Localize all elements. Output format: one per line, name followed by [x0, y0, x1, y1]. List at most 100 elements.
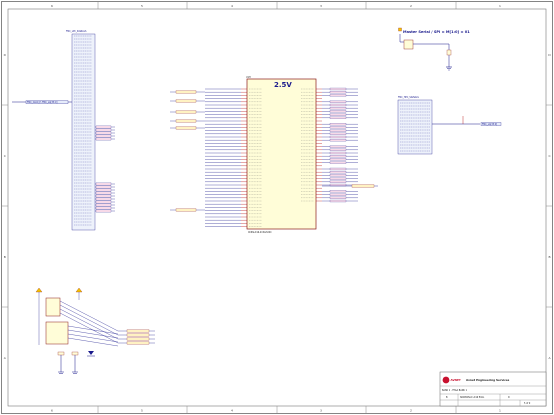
fpga-right-net-tag — [329, 161, 347, 164]
left-breakout-tag — [95, 128, 112, 132]
left-breakout-tag — [95, 203, 112, 207]
fpga-right-net-tag — [329, 183, 347, 187]
zone-top-4: 3 — [320, 4, 322, 8]
fpga-right-net-tag — [329, 196, 347, 199]
zone-top-6: 1 — [499, 4, 501, 8]
right-output-net: FMC_LA[33:0] — [482, 123, 497, 126]
left-breakout-tag — [95, 197, 112, 201]
bottom-left-net-label — [126, 329, 150, 333]
fpga-right-net-tag — [329, 107, 347, 110]
left-connector-header: FMC_LPC_SIGNALS — [66, 30, 87, 33]
fpga-left-net-label — [175, 126, 197, 130]
left-bus-breakouts — [95, 125, 115, 213]
fpga-right-net-tag — [329, 193, 347, 196]
zone-top-5: 2 — [410, 4, 412, 8]
fpga-right-net-tag — [329, 91, 347, 94]
fpga-right-net-tag — [329, 135, 347, 139]
left-breakout-tag — [95, 188, 112, 192]
left-connector: FMC_LPC_SIGNALS FMC_CLK0_P, FMC_LA[33:0] — [12, 30, 115, 231]
bottom-left-net-tags — [118, 329, 155, 345]
title-company: Avnet Engineering Services — [466, 378, 510, 382]
zone-left-b: B — [4, 255, 6, 259]
fpga-part-label: XC6SLX16-2CSG324C — [248, 231, 272, 234]
fpga-supply-label: 2.5V — [274, 81, 292, 89]
left-breakout-tag — [95, 134, 112, 138]
fpga-right-net-tag — [329, 171, 347, 174]
zone-right-b: B — [548, 255, 550, 259]
zone-bottom-5: 2 — [410, 409, 412, 413]
fpga-right-net-tag — [329, 155, 347, 158]
title-sheet-title: BANK 1 - FPGA BANK 1 — [442, 389, 468, 392]
fpga-right-net-tag — [329, 94, 347, 97]
left-breakout-tag — [95, 185, 112, 189]
fpga-right-net-tag — [329, 116, 347, 119]
fpga-left-net-label — [175, 208, 197, 212]
fpga-right-net-tag — [329, 151, 347, 155]
zone-top-2: 5 — [141, 4, 143, 8]
fpga-right-net-tag — [329, 129, 347, 132]
zone-bottom-6: 1 — [499, 409, 501, 413]
left-breakout-tag — [95, 182, 112, 186]
zone-left-a: A — [4, 356, 7, 360]
zone-left-d: D — [4, 53, 7, 57]
fpga-left-net-label — [175, 119, 197, 123]
zone-left-c: C — [4, 154, 6, 158]
fpga-right-net-tag — [329, 145, 347, 148]
left-breakout-tag — [95, 194, 112, 198]
bottom-left-wire — [59, 312, 119, 344]
left-breakout-tag — [95, 200, 112, 204]
right-connector: FMC_HPC_SIGNALS FMC_LA[33:0] — [397, 96, 502, 155]
zone-bottom-2: 5 — [141, 409, 143, 413]
fpga-right-net-tag — [329, 87, 347, 91]
fpga-right-net-tag — [329, 139, 347, 142]
fpga-right-net-tag — [329, 190, 347, 193]
fpga-right-net-tag — [329, 167, 347, 171]
fpga-left-nets — [170, 88, 241, 227]
fpga-ref: U1H — [246, 76, 251, 79]
bottom-left-circuit — [35, 287, 155, 374]
fpga-right-net-tag — [329, 148, 347, 151]
fpga-right-net-tag — [329, 199, 347, 203]
fpga-right-net-tag — [329, 110, 347, 113]
fpga-right-net-label — [351, 184, 375, 188]
bottom-left-net-label — [126, 341, 150, 345]
right-connector-header: FMC_HPC_SIGNALS — [398, 96, 419, 99]
fpga-left-net-label — [175, 99, 197, 103]
fpga-left-net-label — [175, 90, 197, 94]
title-block: AVNET Avnet Engineering Services BANK 1 … — [439, 371, 547, 407]
fpga-right-net-tag — [329, 123, 347, 126]
left-external-net: FMC_CLK0_P, FMC_LA[33:0] — [27, 101, 57, 104]
zone-right-d: D — [548, 53, 551, 57]
zone-top-3: 4 — [231, 4, 233, 8]
left-breakout-tag — [95, 191, 112, 195]
zone-bottom-1: 6 — [51, 409, 53, 413]
zone-right-c: C — [548, 154, 550, 158]
fpga-right-net-tag — [329, 100, 347, 103]
fpga-right-net-tag — [329, 103, 347, 107]
title-doc-number: SPARTAN-6 LX16 EVAL — [460, 396, 485, 399]
left-breakout-tag — [95, 209, 112, 213]
fpga-right-net-tag — [329, 158, 347, 161]
fpga-right-net-tag — [329, 177, 347, 180]
fpga-left-net-label — [175, 110, 197, 114]
bottom-left-wire — [59, 300, 119, 332]
fpga-right-net-tag — [329, 132, 347, 135]
avnet-logo-icon — [442, 376, 450, 384]
schematic-sheet: 6 5 4 3 2 1 6 5 4 3 2 1 D C B A D C B A … — [1, 1, 553, 414]
bottom-left-wire — [59, 308, 119, 340]
bottom-left-net-label — [126, 337, 150, 341]
left-breakout-tag — [95, 131, 112, 135]
zone-bottom-4: 3 — [320, 409, 322, 413]
bottom-left-wire — [59, 304, 119, 336]
left-breakout-tag — [95, 125, 112, 129]
bottom-left-net-label — [126, 333, 150, 337]
fpga-right-net-tag — [329, 126, 347, 129]
zone-right-a: A — [548, 356, 551, 360]
title-sheet-of: 5 of 9 — [524, 402, 531, 405]
left-breakout-tag — [95, 137, 112, 141]
fpga-bank-symbol: U1H 2.5V XC6SLX16-2CSG324C — [241, 76, 322, 234]
config-block: Master Serial / SPI = M[1:0] = 01 — [398, 27, 470, 71]
title-logo-text: AVNET — [451, 378, 461, 382]
fpga-right-net-tag — [329, 113, 347, 116]
config-title: Master Serial / SPI = M[1:0] = 01 — [403, 30, 470, 34]
